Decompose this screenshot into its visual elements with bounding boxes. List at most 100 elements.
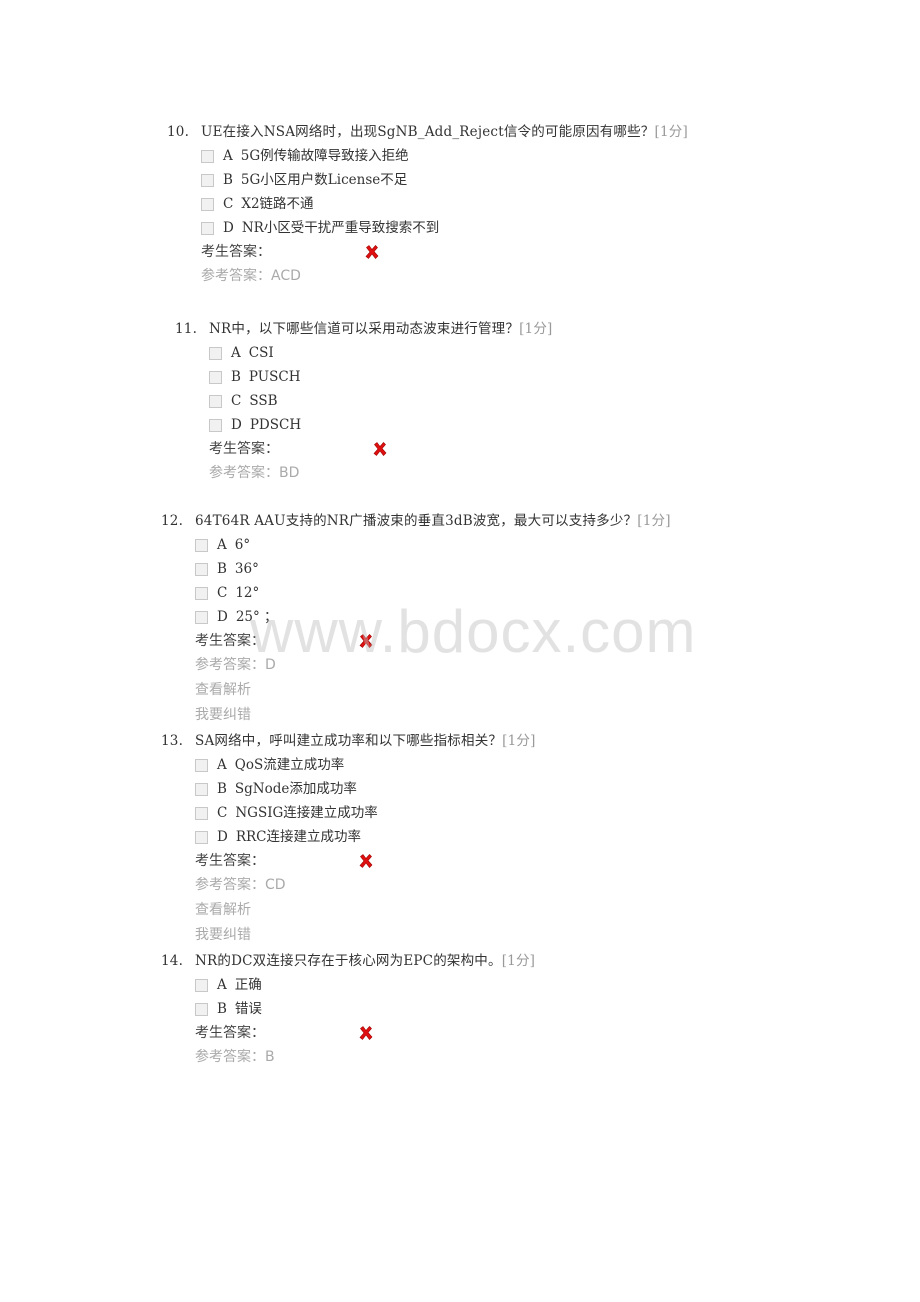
option-checkbox[interactable] [195,610,208,624]
option-checkbox[interactable] [195,758,208,772]
reference-answer: 参考答案：CD [195,877,286,893]
option-c[interactable]: C 12° [195,581,671,605]
question-number: 11. [175,321,198,337]
option-b[interactable]: B 36° [195,557,671,581]
option-text: NR小区受干扰严重导致搜索不到 [241,220,440,236]
report-error-link[interactable]: 我要纠错 [195,923,536,948]
question-title: 11. NR中，以下哪些信道可以采用动态波束进行管理？[1分] [175,317,553,341]
option-a[interactable]: A 5G例传输故障导致接入拒绝 [201,144,688,168]
option-letter: B [231,369,241,385]
option-checkbox[interactable] [209,370,222,384]
student-answer: 考生答案： [195,629,671,653]
student-answer-label: 考生答案： [195,633,265,649]
option-b[interactable]: B PUSCH [209,365,553,389]
option-checkbox[interactable] [195,782,208,796]
option-a[interactable]: A 正确 [195,973,535,997]
question-number: 12. [161,513,184,529]
option-c[interactable]: C SSB [209,389,553,413]
option-text: 6° [234,537,251,553]
question-text: NR中，以下哪些信道可以采用动态波束进行管理？ [209,321,520,337]
option-checkbox[interactable] [209,346,222,360]
question-score: [1分] [502,733,536,749]
student-answer: 考生答案： [209,437,553,461]
question-text: NR的DC双连接只存在于核心网为EPC的架构中。 [195,953,502,969]
option-checkbox[interactable] [195,978,208,992]
option-letter: D [223,220,234,236]
option-d[interactable]: D NR小区受干扰严重导致搜索不到 [201,216,688,240]
question-number: 13. [161,733,184,749]
option-text: PUSCH [248,369,301,385]
option-b[interactable]: B 5G小区用户数License不足 [201,168,688,192]
option-checkbox[interactable] [201,197,214,211]
option-text: NGSIG连接建立成功率 [235,805,378,821]
option-letter: B [217,1001,227,1017]
question-text: SA网络中，呼叫建立成功率和以下哪些指标相关？ [195,733,503,749]
option-letter: C [223,196,234,212]
option-checkbox[interactable] [195,538,208,552]
option-d[interactable]: D PDSCH [209,413,553,437]
question-score: [1分] [519,321,553,337]
option-letter: C [217,585,228,601]
option-c[interactable]: C X2链路不通 [201,192,688,216]
option-letter: A [223,148,233,164]
reference-answer: 参考答案：ACD [201,268,301,284]
question-title: 12. 64T64R AAU支持的NR广播波束的垂直3dB波宽，最大可以支持多少？… [161,509,671,533]
question-number: 14. [161,953,184,969]
option-checkbox[interactable] [201,173,214,187]
question-12: 12. 64T64R AAU支持的NR广播波束的垂直3dB波宽，最大可以支持多少？… [161,509,671,728]
option-text: 5G例传输故障导致接入拒绝 [240,148,409,164]
option-text: RRC连接建立成功率 [235,829,361,845]
option-text: 36° [234,561,259,577]
option-text: SgNode添加成功率 [234,781,357,797]
option-letter: D [217,609,228,625]
option-text: 25° ； [235,609,278,625]
option-a[interactable]: A QoS流建立成功率 [195,753,536,777]
question-14: 14. NR的DC双连接只存在于核心网为EPC的架构中。[1分] A 正确 B 错误 考生答… [161,949,535,1070]
question-title: 14. NR的DC双连接只存在于核心网为EPC的架构中。[1分] [161,949,535,973]
student-answer: 考生答案： [195,849,536,873]
option-checkbox[interactable] [209,394,222,408]
reference-answer: 参考答案：B [195,1049,275,1065]
option-d[interactable]: D 25° ； [195,605,671,629]
option-letter: A [217,537,227,553]
question-text: UE在接入NSA网络时，出现SgNB_Add_Reject信令的可能原因有哪些？ [201,124,655,140]
option-checkbox[interactable] [209,418,222,432]
option-letter: B [223,172,233,188]
option-checkbox[interactable] [201,221,214,235]
view-analysis-link[interactable]: 查看解析 [195,678,671,703]
question-10: 10. UE在接入NSA网络时，出现SgNB_Add_Reject信令的可能原因有… [167,120,688,289]
option-checkbox[interactable] [195,586,208,600]
wrong-x-icon [358,1025,374,1041]
option-checkbox[interactable] [195,1002,208,1016]
option-text: CSI [248,345,274,361]
option-c[interactable]: C NGSIG连接建立成功率 [195,801,536,825]
option-b[interactable]: B 错误 [195,997,535,1021]
question-13: 13. SA网络中，呼叫建立成功率和以下哪些指标相关？[1分] A QoS流建立成功率… [161,729,536,948]
option-a[interactable]: A 6° [195,533,671,557]
option-letter: C [217,805,228,821]
option-checkbox[interactable] [195,830,208,844]
option-checkbox[interactable] [195,562,208,576]
student-answer: 考生答案： [201,240,688,264]
option-checkbox[interactable] [201,149,214,163]
option-d[interactable]: D RRC连接建立成功率 [195,825,536,849]
student-answer-label: 考生答案： [209,441,279,457]
option-text: 12° [235,585,260,601]
question-text: 64T64R AAU支持的NR广播波束的垂直3dB波宽，最大可以支持多少？ [195,513,638,529]
student-answer: 考生答案： [195,1021,535,1045]
option-a[interactable]: A CSI [209,341,553,365]
view-analysis-link[interactable]: 查看解析 [195,898,536,923]
wrong-x-icon [358,633,374,649]
option-text: 5G小区用户数License不足 [240,172,408,188]
question-score: [1分] [654,124,688,140]
wrong-x-icon [364,244,380,260]
option-checkbox[interactable] [195,806,208,820]
option-letter: A [217,977,227,993]
option-letter: C [231,393,242,409]
option-letter: A [217,757,227,773]
option-b[interactable]: B SgNode添加成功率 [195,777,536,801]
wrong-x-icon [358,853,374,869]
option-text: SSB [249,393,278,409]
report-error-link[interactable]: 我要纠错 [195,703,671,728]
option-text: 错误 [234,1001,262,1017]
